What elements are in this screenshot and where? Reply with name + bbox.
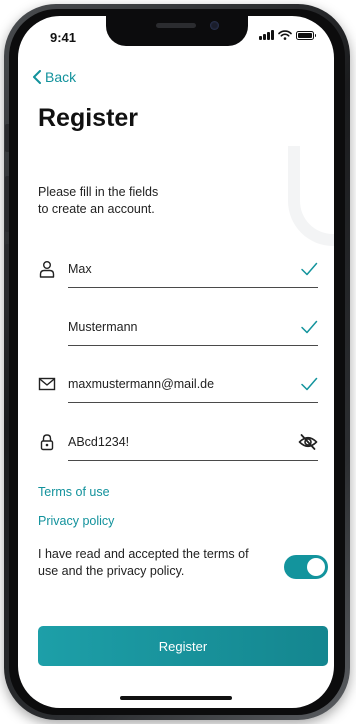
lock-icon [40, 434, 54, 451]
field-underline [68, 402, 318, 403]
check-icon [301, 377, 318, 391]
last-name-value: Mustermann [68, 320, 138, 334]
speaker [156, 23, 196, 28]
check-icon [301, 320, 318, 334]
first-name-value: Max [68, 262, 92, 276]
consent-line-2: use and the privacy policy. [38, 564, 185, 578]
chevron-left-icon [33, 70, 41, 84]
signal-icon [259, 30, 274, 40]
intro-line-1: Please fill in the fields [38, 185, 159, 199]
field-underline [68, 345, 318, 346]
toggle-knob [307, 558, 325, 576]
first-name-field[interactable]: Max [34, 254, 330, 288]
field-underline [68, 460, 318, 461]
field-underline [68, 287, 318, 288]
register-button[interactable]: Register [38, 626, 328, 666]
mail-icon [38, 377, 56, 391]
terms-of-use-link[interactable]: Terms of use [38, 485, 110, 499]
wifi-icon [278, 30, 292, 40]
back-button[interactable]: Back [32, 69, 76, 85]
page-title: Register [38, 104, 139, 132]
check-icon [301, 262, 318, 276]
consent-text: I have read and accepted the terms of us… [38, 546, 274, 580]
back-label: Back [45, 69, 77, 85]
background-shield-shape [288, 146, 334, 246]
consent-line-1: I have read and accepted the terms of [38, 547, 249, 561]
screen: 9:41 Back Register Please fill in the fi… [18, 16, 334, 708]
consent-toggle[interactable] [284, 555, 328, 579]
eye-off-icon[interactable] [298, 433, 318, 451]
camera-icon [210, 21, 219, 30]
battery-icon [296, 30, 316, 40]
status-time: 9:41 [50, 30, 77, 45]
email-value: maxmustermann@mail.de [68, 377, 215, 391]
person-icon [39, 261, 55, 278]
last-name-field[interactable]: Mustermann [34, 312, 330, 346]
password-value: ABcd1234! [68, 435, 130, 449]
notch [106, 16, 248, 46]
status-icons [259, 30, 316, 40]
email-field[interactable]: maxmustermann@mail.de [34, 369, 330, 403]
password-field[interactable]: ABcd1234! [34, 427, 330, 461]
intro-line-2: to create an account. [38, 202, 155, 216]
intro-text: Please fill in the fields to create an a… [38, 184, 238, 218]
home-indicator [120, 696, 232, 700]
privacy-policy-link[interactable]: Privacy policy [38, 514, 114, 528]
